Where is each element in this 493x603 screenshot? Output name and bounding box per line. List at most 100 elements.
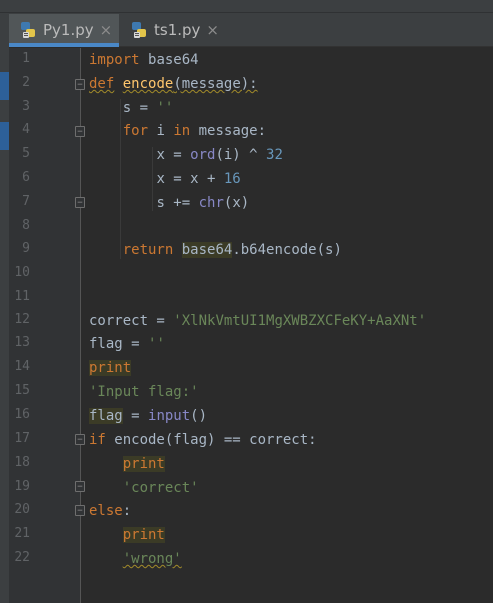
line-number: 6 — [22, 170, 30, 185]
print-statement: print — [122, 527, 165, 543]
string-literal: '' — [156, 100, 174, 116]
assign-text: s = — [122, 100, 157, 116]
line-number: 7 — [22, 194, 30, 209]
keyword: import — [89, 52, 140, 68]
fold-marker-icon[interactable]: − — [75, 197, 85, 208]
python-file-icon — [19, 21, 37, 39]
assign-text: x = x + — [156, 171, 224, 187]
code-line-13[interactable]: flag = '' — [89, 334, 165, 354]
string-literal: '' — [148, 336, 165, 352]
line-number: 19 — [14, 479, 30, 494]
line-number: 21 — [14, 526, 30, 541]
fold-marker-icon[interactable]: − — [75, 126, 85, 137]
tab-bar-top-strip — [0, 0, 493, 13]
line-number: 14 — [14, 359, 30, 374]
variable-name: flag — [89, 408, 123, 424]
assign-text: correct = — [89, 313, 174, 329]
code-line-12[interactable]: correct = 'XlNkVmtUI1MgXWBZXCFeKY+AaXNt' — [89, 311, 426, 331]
assign-text: flag = — [89, 336, 149, 352]
left-strip-marker — [0, 72, 9, 100]
code-line-19[interactable]: 'correct' — [89, 478, 199, 498]
function-name: encode — [122, 76, 174, 92]
builtin-call: chr — [198, 195, 224, 211]
expr-text: : — [122, 503, 132, 519]
fold-marker-icon[interactable]: − — [75, 481, 85, 492]
line-number: 17 — [14, 431, 30, 446]
line-number: 12 — [14, 312, 30, 327]
code-line-22[interactable]: 'wrong' — [89, 549, 182, 569]
expr-text: (x) — [223, 195, 250, 211]
code-line-18[interactable]: print — [89, 454, 165, 474]
line-number: 15 — [14, 383, 30, 398]
string-literal: 'correct' — [122, 480, 199, 496]
expr-text: (i) ^ — [215, 147, 267, 163]
line-number: 22 — [14, 550, 30, 565]
left-strip-marker — [0, 122, 9, 150]
line-number: 5 — [22, 146, 30, 161]
line-number: 8 — [22, 218, 30, 233]
code-line-16[interactable]: flag = input() — [89, 406, 207, 426]
close-icon[interactable]: × — [100, 21, 113, 39]
code-line-9[interactable]: return base64.b64encode(s) — [89, 240, 342, 260]
fold-marker-icon[interactable]: − — [75, 505, 85, 516]
line-number: 13 — [14, 335, 30, 350]
expr-text: .b64encode(s) — [232, 242, 342, 258]
python-file-icon — [130, 21, 148, 39]
print-statement: print — [89, 360, 132, 376]
line-number: 3 — [22, 99, 30, 114]
keyword: if — [89, 432, 106, 448]
line-number: 2 — [22, 75, 30, 90]
tab-label: ts1.py — [154, 20, 201, 39]
string-literal: 'Input flag:' — [89, 384, 199, 400]
code-line-21[interactable]: print — [89, 525, 165, 545]
code-line-3[interactable]: s = '' — [89, 98, 174, 118]
assign-text: = — [122, 408, 149, 424]
tab-py1[interactable]: Py1.py × — [9, 14, 119, 47]
expr-text: () — [190, 408, 208, 424]
keyword: in — [173, 123, 191, 139]
line-number: 4 — [22, 122, 30, 137]
code-line-1[interactable]: import base64 — [89, 50, 199, 70]
code-line-4[interactable]: for i in message: — [89, 121, 266, 141]
keyword: return — [122, 242, 174, 258]
loop-rest: message: — [190, 123, 267, 139]
function-args: (message): — [173, 76, 258, 92]
tab-label: Py1.py — [43, 20, 94, 39]
tab-ts1[interactable]: ts1.py × — [120, 14, 224, 45]
expr-text: encode(flag) == correct: — [105, 432, 317, 448]
line-number: 11 — [14, 289, 30, 304]
string-literal: 'XlNkVmtUI1MgXWBZXCFeKY+AaXNt' — [173, 313, 427, 329]
keyword: else — [89, 503, 123, 519]
print-statement: print — [122, 456, 165, 472]
line-number: 16 — [14, 407, 30, 422]
module-name: base64 — [181, 242, 233, 258]
builtin-call: ord — [190, 147, 216, 163]
line-number: 1 — [22, 51, 30, 66]
code-line-17[interactable]: if encode(flag) == correct: — [89, 430, 317, 450]
code-line-6[interactable]: x = x + 16 — [89, 169, 241, 189]
code-line-14[interactable]: print — [89, 358, 132, 378]
line-number: 18 — [14, 455, 30, 470]
fold-marker-icon[interactable]: − — [75, 434, 85, 445]
assign-text: s += — [156, 195, 199, 211]
keyword: def — [89, 76, 115, 92]
fold-marker-icon[interactable]: − — [75, 79, 85, 90]
code-line-2[interactable]: def encode(message): — [89, 74, 258, 94]
line-number: 9 — [22, 241, 30, 256]
string-literal: 'wrong' — [122, 551, 182, 567]
loop-var: i — [148, 123, 174, 139]
code-line-7[interactable]: s += chr(x) — [89, 193, 249, 213]
number-literal: 32 — [266, 147, 283, 163]
number-literal: 16 — [223, 171, 241, 187]
builtin-call: input — [148, 408, 191, 424]
editor-tab-bar: Py1.py × ts1.py × — [0, 0, 493, 47]
line-number: 10 — [14, 265, 30, 280]
code-line-5[interactable]: x = ord(i) ^ 32 — [89, 145, 283, 165]
line-number: 20 — [14, 502, 30, 517]
keyword: for — [122, 123, 149, 139]
code-line-15[interactable]: 'Input flag:' — [89, 382, 199, 402]
module-name: base64 — [148, 52, 199, 68]
close-icon[interactable]: × — [206, 21, 219, 39]
assign-text: x = — [156, 147, 191, 163]
code-line-20[interactable]: else: — [89, 501, 131, 521]
